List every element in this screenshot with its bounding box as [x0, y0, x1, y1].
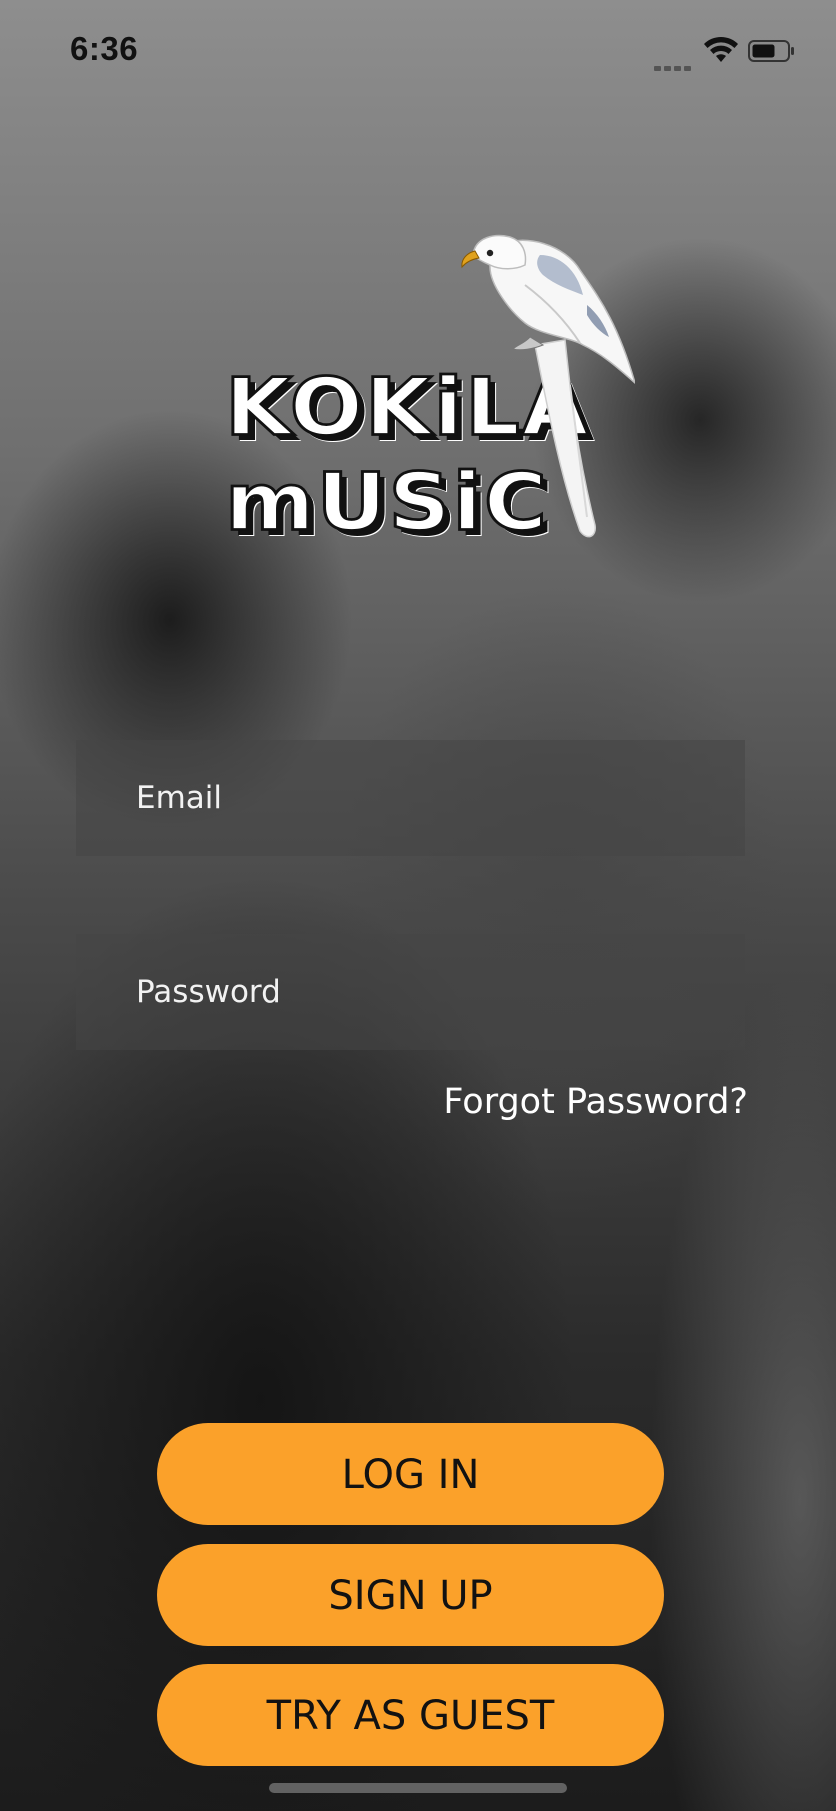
bird-logo-icon [461, 234, 635, 538]
signup-button[interactable]: SIGN UP [157, 1544, 664, 1646]
password-field[interactable] [76, 934, 745, 1050]
status-bar: 6:36 [0, 0, 836, 100]
app-logo: KOKiLA mUSiC [224, 225, 635, 545]
forgot-password-link[interactable]: Forgot Password? [443, 1082, 748, 1122]
password-input[interactable] [134, 973, 745, 1011]
wifi-icon [704, 36, 738, 62]
home-indicator[interactable] [269, 1783, 567, 1793]
login-screen: 6:36 KOKiLA mUSiC Email Forgot Password?… [0, 0, 836, 1811]
email-field[interactable] [76, 740, 745, 856]
try-as-guest-button[interactable]: TRY AS GUEST [157, 1664, 664, 1766]
login-button[interactable]: LOG IN [157, 1423, 664, 1525]
email-input[interactable] [134, 779, 745, 817]
signal-icon [654, 58, 694, 71]
status-time: 6:36 [70, 30, 139, 67]
battery-icon [748, 40, 794, 62]
